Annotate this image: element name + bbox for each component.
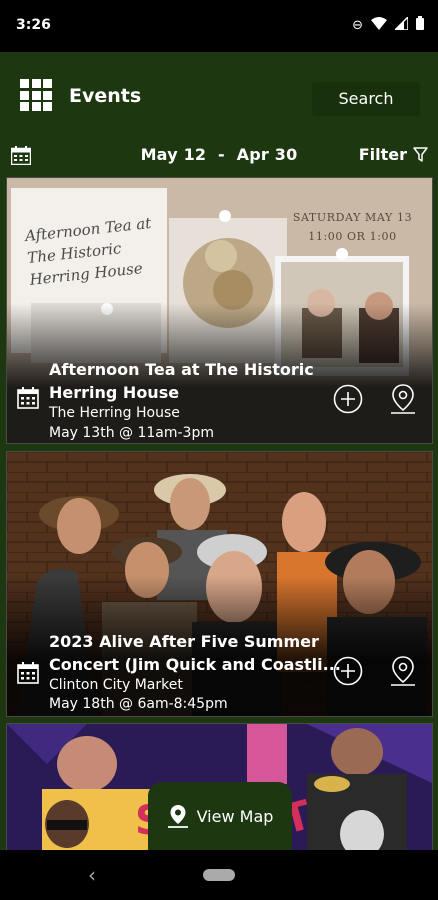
add-event-icon[interactable] — [333, 656, 363, 686]
home-pill-icon[interactable] — [203, 869, 235, 881]
event-title[interactable]: 2023 Alive After Five Summer Concert (Ji… — [49, 630, 341, 676]
event-venue: The Herring House — [49, 405, 180, 421]
search-button[interactable]: Search — [312, 82, 420, 116]
date-range-bar: May 12 - Apr 30 Filter — [0, 142, 438, 170]
page-title: Events — [69, 85, 142, 107]
wifi-icon — [371, 16, 387, 35]
do-not-disturb-icon: ⊖ — [352, 17, 363, 33]
map-pin-icon[interactable] — [389, 655, 417, 687]
event-list[interactable]: Afternoon Tea at The Historic Herring Ho… — [0, 170, 438, 850]
map-pin-icon — [167, 805, 188, 828]
filter-button[interactable]: Filter — [359, 145, 428, 164]
system-nav-bar: ‹ — [0, 850, 438, 900]
add-event-icon[interactable] — [333, 384, 363, 414]
event-card[interactable]: Afternoon Tea at The Historic Herring Ho… — [6, 177, 433, 444]
event-title[interactable]: Afternoon Tea at The Historic Herring Ho… — [49, 358, 324, 404]
status-bar: 3:26 ⊖ — [0, 0, 438, 52]
filter-label: Filter — [358, 145, 407, 164]
event-datetime: May 18th @ 6am-8:45pm — [49, 696, 228, 712]
poster-time-text: 11:00 OR 1:00 — [308, 230, 397, 243]
date-end: Apr 30 — [236, 145, 298, 164]
event-card[interactable]: 2023 Alive After Five Summer Concert (Ji… — [6, 451, 433, 717]
calendar-icon — [17, 662, 39, 684]
view-map-button[interactable]: View Map — [148, 782, 292, 850]
event-venue: Clinton City Market — [49, 677, 183, 693]
cell-signal-icon — [393, 14, 409, 35]
date-start: May 12 — [140, 145, 207, 164]
filter-icon — [413, 147, 428, 162]
back-icon[interactable]: ‹ — [88, 863, 96, 887]
date-separator: - — [218, 145, 225, 164]
poster-script-text: Afternoon Tea at The Historic Herring Ho… — [24, 213, 153, 289]
status-time: 3:26 — [16, 17, 51, 33]
poster-date-text: SATURDAY MAY 13 — [292, 211, 413, 224]
menu-grid-icon[interactable] — [20, 79, 52, 111]
app-bar: Events Search — [0, 52, 438, 142]
event-datetime: May 13th @ 11am-3pm — [49, 425, 214, 441]
map-pin-icon[interactable] — [389, 383, 417, 415]
calendar-icon — [17, 387, 39, 409]
battery-icon — [416, 16, 424, 35]
view-map-label: View Map — [196, 806, 274, 826]
